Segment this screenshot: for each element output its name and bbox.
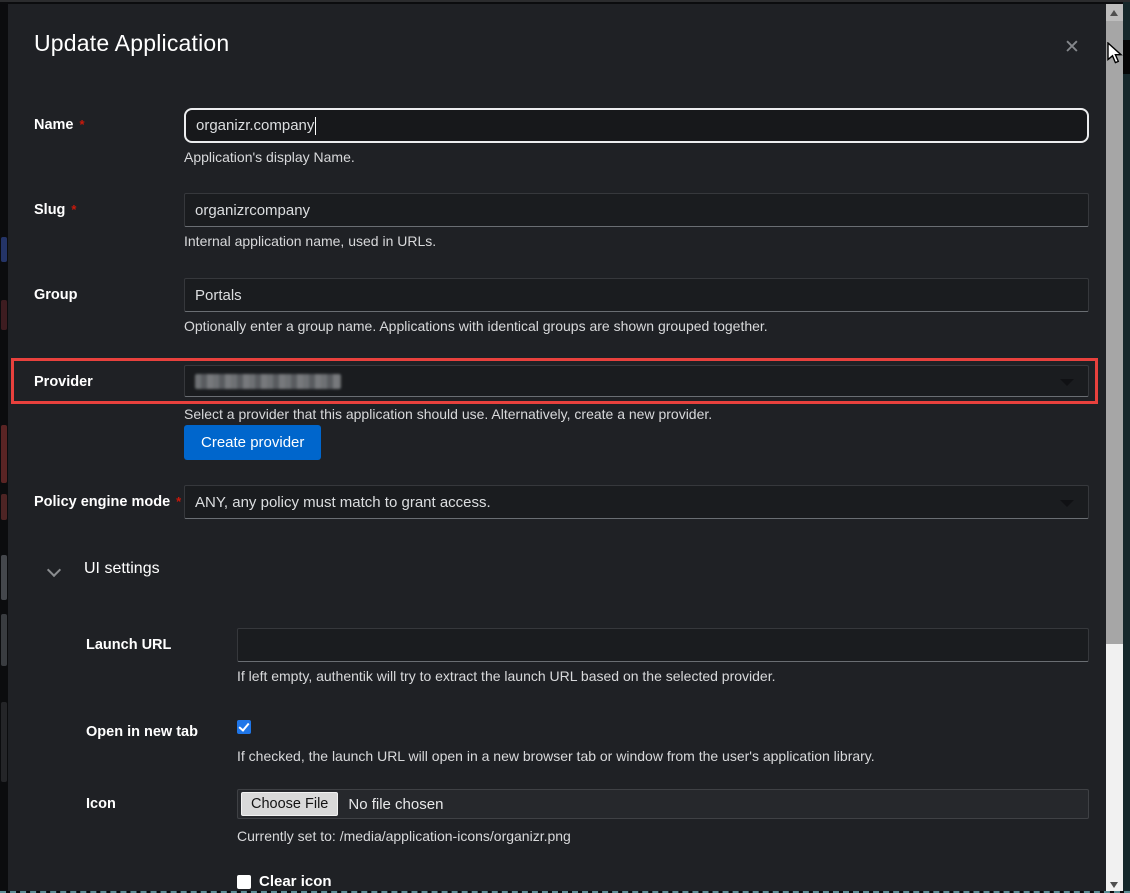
group-help: Optionally enter a group name. Applicati…: [184, 318, 1089, 334]
edge-notch: [1123, 40, 1130, 74]
provider-select[interactable]: [184, 365, 1089, 397]
icon-label: Icon: [86, 796, 116, 812]
background-blob: [1, 702, 7, 782]
create-provider-button[interactable]: Create provider: [184, 425, 321, 460]
background-blob: [1, 494, 7, 520]
open-in-new-tab-checkbox[interactable]: [237, 720, 251, 734]
slug-help: Internal application name, used in URLs.: [184, 233, 1089, 249]
form-row-icon: Icon Choose File No file chosen Currentl…: [86, 789, 1089, 844]
group-input[interactable]: Portals: [184, 278, 1089, 312]
policy-engine-mode-select[interactable]: ANY, any policy must match to grant acce…: [184, 485, 1089, 519]
background-page-edge: [0, 2, 8, 893]
redacted-provider-value: [195, 374, 341, 389]
background-blob: [1, 237, 7, 262]
update-application-modal: Update Application ✕ Name * organizr.comp…: [8, 4, 1106, 893]
chevron-down-icon: [1060, 379, 1074, 386]
ui-settings-section-toggle[interactable]: UI settings: [48, 560, 160, 578]
background-blob: [1, 555, 7, 600]
required-marker: *: [176, 494, 181, 509]
background-blob: [1, 425, 7, 483]
group-input-value: Portals: [195, 287, 242, 304]
name-input-value: organizr.company: [196, 117, 314, 134]
name-input[interactable]: organizr.company: [184, 108, 1089, 143]
scrollbar-up-button[interactable]: [1106, 4, 1123, 21]
launch-url-help: If left empty, authentik will try to ext…: [237, 668, 1089, 684]
choose-file-button[interactable]: Choose File: [241, 792, 338, 816]
text-cursor: [315, 117, 316, 135]
slug-label: Slug: [34, 202, 65, 218]
clear-icon-checkbox[interactable]: [237, 875, 251, 889]
scrollbar-down-button[interactable]: [1106, 876, 1123, 893]
form-row-slug: Slug * organizrcompany Internal applicati…: [34, 193, 1089, 249]
required-marker: *: [80, 117, 85, 132]
arrow-down-icon: [1110, 882, 1118, 888]
slug-input[interactable]: organizrcompany: [184, 193, 1089, 227]
open-in-new-tab-help: If checked, the launch URL will open in …: [237, 748, 1089, 764]
chevron-down-icon: [1060, 500, 1074, 507]
scrollbar-thumb[interactable]: [1106, 21, 1123, 644]
launch-url-input[interactable]: [237, 628, 1089, 662]
form-row-provider: Provider Select a provider that this app…: [34, 365, 1089, 422]
clear-icon-label: Clear icon: [259, 873, 332, 890]
arrow-up-icon: [1110, 10, 1118, 16]
background-blob: [1, 614, 7, 666]
form-row-name: Name * organizr.company Application's dis…: [34, 108, 1089, 165]
modal-title: Update Application: [34, 30, 229, 57]
form-row-launch-url: Launch URL If left empty, authentik will…: [86, 628, 1089, 684]
close-icon[interactable]: ✕: [1058, 34, 1086, 62]
icon-help: Currently set to: /media/application-ico…: [237, 828, 1089, 844]
launch-url-label: Launch URL: [86, 637, 171, 653]
chevron-down-icon: [48, 563, 60, 575]
group-label: Group: [34, 287, 78, 303]
form-row-clear-icon: Clear icon: [86, 872, 1089, 890]
form-row-open-in-new-tab: Open in new tab If checked, the launch U…: [86, 717, 1089, 764]
page-scrollbar[interactable]: [1106, 4, 1123, 893]
form-row-group: Group Portals Optionally enter a group n…: [34, 278, 1089, 334]
screenshot-frame: Update Application ✕ Name * organizr.comp…: [0, 0, 1130, 893]
form-row-policy-engine-mode: Policy engine mode * ANY, any policy must…: [34, 485, 1089, 519]
screenshot-right-edge: [1123, 2, 1130, 893]
policy-engine-mode-label: Policy engine mode: [34, 494, 170, 510]
slug-input-value: organizrcompany: [195, 202, 310, 219]
icon-file-input[interactable]: Choose File No file chosen: [237, 789, 1089, 819]
required-marker: *: [71, 202, 76, 217]
provider-label: Provider: [34, 374, 93, 390]
provider-help: Select a provider that this application …: [184, 406, 1089, 422]
policy-engine-mode-value: ANY, any policy must match to grant acce…: [195, 494, 491, 511]
file-status-text: No file chosen: [348, 796, 443, 813]
name-label: Name: [34, 117, 74, 133]
name-help: Application's display Name.: [184, 149, 1089, 165]
ui-settings-section-label: UI settings: [84, 560, 160, 578]
background-blob: [1, 300, 7, 330]
open-in-new-tab-label: Open in new tab: [86, 724, 198, 740]
